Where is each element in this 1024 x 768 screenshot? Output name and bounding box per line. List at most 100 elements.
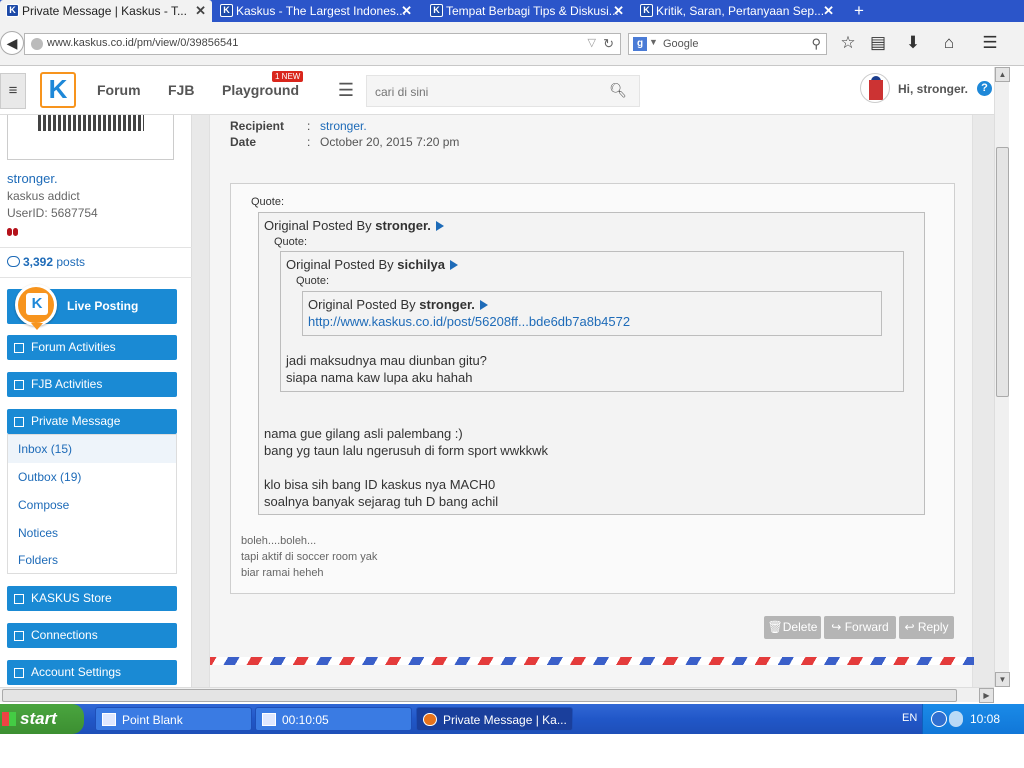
- bookmark-star-icon[interactable]: ☆: [836, 32, 860, 56]
- kaskus-store-label: KASKUS Store: [31, 591, 112, 605]
- site-search-box: 🔍︎: [366, 75, 640, 107]
- tab-private-message[interactable]: K Private Message | Kaskus - T... ✕: [0, 0, 212, 22]
- posts-link[interactable]: 3,392 posts: [7, 255, 85, 269]
- reply-button[interactable]: ↩ Reply: [899, 616, 954, 639]
- windows-flag-icon: [2, 712, 16, 726]
- site-search-input[interactable]: [375, 82, 605, 102]
- post-link[interactable]: http://www.kaskus.co.id/post/56208ff...b…: [308, 314, 630, 329]
- task-timer[interactable]: 00:10:05: [255, 707, 412, 731]
- forward-icon: ↪: [831, 620, 845, 634]
- reputation-icon: [7, 225, 19, 239]
- reply-icon: ↩: [904, 620, 918, 634]
- start-button[interactable]: start: [0, 704, 84, 734]
- reload-icon[interactable]: ↻: [603, 36, 614, 52]
- search-icon[interactable]: 🔍︎: [609, 82, 627, 99]
- account-settings-button[interactable]: Account Settings: [7, 660, 177, 685]
- recipient-link[interactable]: stronger.: [320, 119, 367, 133]
- quote-header: Original Posted By stronger.: [264, 218, 444, 233]
- sidebar-item-compose[interactable]: Compose: [8, 491, 176, 519]
- sidebar-toggle-icon[interactable]: ≡: [0, 73, 26, 109]
- new-tab-button[interactable]: +: [848, 0, 870, 22]
- download-icon[interactable]: ⬇: [901, 32, 925, 56]
- username-link[interactable]: stronger.: [7, 171, 58, 186]
- close-tab-icon[interactable]: ✕: [823, 0, 834, 22]
- close-tab-icon[interactable]: ✕: [613, 0, 624, 22]
- engine-dropdown-icon[interactable]: ▼: [649, 37, 658, 47]
- task-point-blank[interactable]: Point Blank: [95, 707, 252, 731]
- sidebar-item-inbox[interactable]: Inbox (15): [8, 435, 176, 463]
- forward-button[interactable]: ↪ Forward: [824, 616, 896, 639]
- fjb-activities-button[interactable]: FJB Activities: [7, 372, 177, 397]
- airmail-border: [210, 657, 974, 665]
- browser-search-bar[interactable]: g ▼ Google ⚲: [628, 33, 827, 55]
- private-message-button[interactable]: Private Message: [7, 409, 177, 434]
- url-bar[interactable]: www.kaskus.co.id/pm/view/0/39856541 ▽ ↻: [24, 33, 621, 55]
- divider: [0, 247, 192, 248]
- recipient-label: Recipient: [230, 119, 285, 133]
- nav-playground[interactable]: Playground: [222, 82, 299, 98]
- signature-image: [38, 115, 144, 131]
- view-post-arrow-icon[interactable]: [479, 300, 488, 310]
- screen: K Private Message | Kaskus - T... ✕ K Ka…: [0, 0, 1024, 768]
- nav-fjb[interactable]: FJB: [168, 82, 194, 98]
- menu-icon[interactable]: ☰: [978, 32, 1002, 56]
- task-firefox[interactable]: Private Message | Ka...: [416, 707, 573, 731]
- avatar-body: [869, 80, 883, 100]
- avatar[interactable]: [860, 73, 890, 103]
- connections-button[interactable]: Connections: [7, 623, 177, 648]
- kaskus-favicon-icon: K: [430, 4, 443, 17]
- text-line: boleh....boleh...: [241, 535, 317, 547]
- start-label: start: [20, 709, 57, 728]
- scroll-right-icon[interactable]: ▶: [979, 688, 994, 703]
- home-icon[interactable]: ⌂: [937, 32, 961, 56]
- search-icon[interactable]: ⚲: [811, 36, 821, 52]
- forum-activities-button[interactable]: Forum Activities: [7, 335, 177, 360]
- tab-kritik-saran[interactable]: K Kritik, Saran, Pertanyaan Sep... ✕: [634, 0, 840, 22]
- globe-icon: [31, 38, 43, 50]
- sidebar-item-notices[interactable]: Notices: [8, 519, 176, 547]
- bookmarks-list-icon[interactable]: ▤: [866, 32, 890, 56]
- google-icon[interactable]: g: [633, 37, 647, 51]
- view-post-arrow-icon[interactable]: [450, 260, 458, 270]
- close-tab-icon[interactable]: ✕: [401, 0, 412, 22]
- language-indicator[interactable]: EN: [902, 712, 917, 724]
- delete-button[interactable]: 🗑︎Delete: [764, 616, 821, 639]
- kaskus-store-button[interactable]: KASKUS Store: [7, 586, 177, 611]
- quote-text: nama gue gilang asli palembang :) bang y…: [264, 425, 548, 510]
- quote-level-3: Original Posted By stronger. http://www.…: [302, 291, 882, 336]
- help-icon[interactable]: ?: [977, 81, 992, 96]
- windows-taskbar: start Point Blank 00:10:05 Private Messa…: [0, 704, 1024, 734]
- tray-speaker-icon[interactable]: [949, 711, 963, 727]
- hamburger-menu-icon[interactable]: ☰: [335, 79, 357, 101]
- vertical-scroll-thumb[interactable]: [996, 147, 1009, 397]
- live-posting-label: Live Posting: [67, 299, 139, 313]
- sidebar-item-folders[interactable]: Folders: [8, 546, 176, 574]
- user-greeting[interactable]: Hi, stronger.: [898, 82, 968, 96]
- back-button[interactable]: ◀: [0, 31, 24, 55]
- posts-label: posts: [56, 255, 86, 269]
- text-line: nama gue gilang asli palembang :): [264, 426, 463, 441]
- live-posting-badge-icon[interactable]: K: [15, 284, 57, 326]
- nav-forum[interactable]: Forum: [97, 82, 141, 98]
- sidebar-item-outbox[interactable]: Outbox (19): [8, 463, 176, 491]
- quote-header: Original Posted By stronger.: [308, 297, 488, 312]
- horizontal-scrollbar[interactable]: ▶: [0, 687, 994, 703]
- kaskus-logo[interactable]: K: [40, 72, 76, 108]
- private-message-label: Private Message: [31, 414, 121, 428]
- quote-text: jadi maksudnya mau diunban gitu? siapa n…: [286, 352, 487, 386]
- url-dropdown-icon[interactable]: ▽: [588, 36, 596, 49]
- tab-tips-diskusi[interactable]: K Tempat Berbagi Tips & Diskusi... ✕: [424, 0, 630, 22]
- reply-label: Reply: [917, 620, 949, 634]
- scroll-down-icon[interactable]: ▼: [995, 672, 1010, 687]
- view-post-arrow-icon[interactable]: [435, 221, 444, 231]
- close-tab-icon[interactable]: ✕: [195, 0, 206, 22]
- horizontal-scroll-thumb[interactable]: [2, 689, 957, 702]
- scroll-up-icon[interactable]: ▲: [995, 67, 1010, 82]
- tab-kaskus-home[interactable]: K Kaskus - The Largest Indones... ✕: [214, 0, 418, 22]
- tray-arrow-icon[interactable]: [931, 711, 947, 727]
- clock: 10:08: [970, 712, 1001, 726]
- fjb-activities-label: FJB Activities: [31, 377, 103, 391]
- divider: [0, 277, 192, 278]
- vertical-scrollbar[interactable]: ▲ ▼: [994, 67, 1010, 687]
- quote-author: sichilya: [397, 257, 445, 272]
